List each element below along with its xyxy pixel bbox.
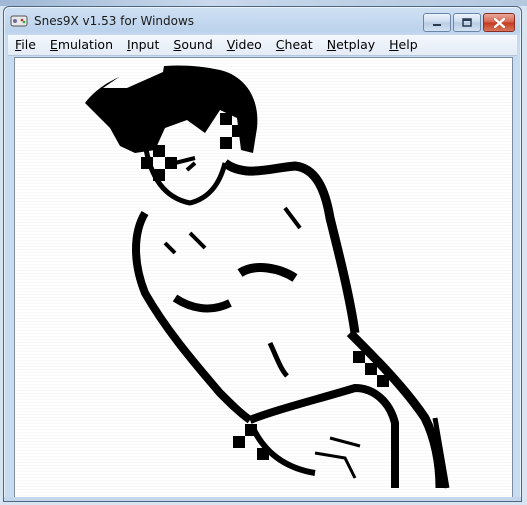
maximize-button[interactable]	[453, 13, 481, 32]
minimize-button[interactable]	[423, 13, 451, 32]
close-button[interactable]	[483, 13, 515, 32]
menu-input[interactable]: Input	[120, 35, 166, 55]
window-controls	[423, 13, 515, 32]
snes9x-app-icon[interactable]	[10, 13, 28, 29]
window-frame-bottom	[4, 497, 521, 501]
menu-file[interactable]: File	[8, 35, 43, 55]
menu-bar: File Emulation Input Sound Video Cheat N…	[8, 35, 517, 56]
maximize-icon	[462, 18, 472, 27]
menu-video[interactable]: Video	[220, 35, 269, 55]
menu-cheat[interactable]: Cheat	[269, 35, 320, 55]
close-icon	[493, 17, 505, 28]
menu-netplay[interactable]: Netplay	[320, 35, 382, 55]
figure-shoulder	[222, 159, 360, 334]
title-bar[interactable]: Snes9X v1.53 for Windows	[4, 7, 521, 35]
window-title: Snes9X v1.53 for Windows	[34, 14, 195, 28]
emulator-window: Snes9X v1.53 for Windows File Emulation …	[3, 6, 522, 502]
menu-sound[interactable]: Sound	[166, 35, 219, 55]
menu-help[interactable]: Help	[382, 35, 425, 55]
minimize-icon	[433, 23, 441, 26]
game-screen[interactable]	[14, 57, 513, 499]
menu-emulation[interactable]: Emulation	[43, 35, 120, 55]
figure-torso	[132, 210, 253, 424]
game-screen-graphic	[85, 60, 450, 489]
